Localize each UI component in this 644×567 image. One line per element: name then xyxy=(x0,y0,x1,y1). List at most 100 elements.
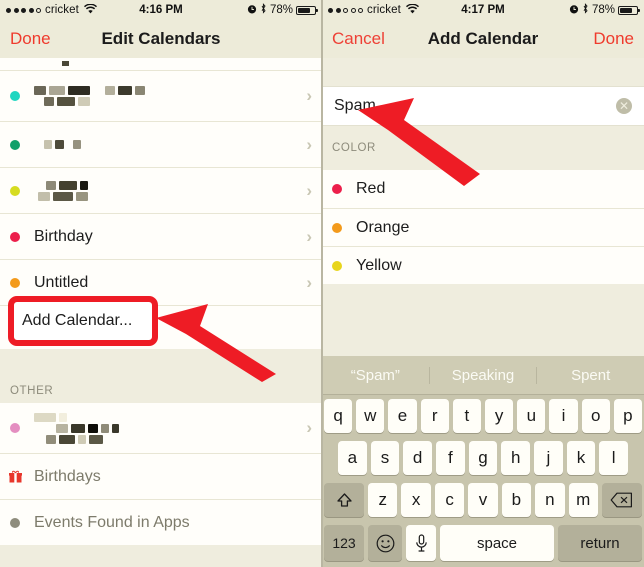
key-l[interactable]: l xyxy=(599,441,629,475)
calendar-color-dot xyxy=(10,517,20,528)
right-phone-screen: cricket 4:17 PM 78% Cancel Add Calendar xyxy=(322,0,644,567)
color-swatch-orange xyxy=(332,222,342,233)
battery-icon xyxy=(296,5,318,15)
chevron-right-icon: › xyxy=(306,180,312,200)
highlight-box-add-calendar: Add Calendar... xyxy=(8,296,158,346)
key-t[interactable]: t xyxy=(452,399,481,433)
alarm-clock-icon xyxy=(247,4,257,17)
table-row[interactable]: Events Found in Apps xyxy=(0,499,322,545)
key-r[interactable]: r xyxy=(420,399,449,433)
key-g[interactable]: g xyxy=(468,441,498,475)
key-w[interactable]: w xyxy=(356,399,385,433)
key-s[interactable]: s xyxy=(370,441,400,475)
suggestion-2[interactable]: Spent xyxy=(536,366,644,384)
list-section-gap xyxy=(0,349,322,369)
calendar-name-label: Birthday xyxy=(34,227,93,245)
key-z[interactable]: z xyxy=(368,483,398,517)
battery-icon xyxy=(618,5,640,15)
suggestion-1[interactable]: Speaking xyxy=(428,366,537,384)
key-d[interactable]: d xyxy=(403,441,432,475)
key-h[interactable]: h xyxy=(501,441,531,475)
table-row[interactable]: › xyxy=(0,167,322,213)
calendar-name-field[interactable]: Spam ✕ xyxy=(322,86,644,126)
table-row[interactable]: › xyxy=(0,121,322,167)
calendar-name-label: Events Found in Apps xyxy=(34,513,190,531)
redacted-calendar-name xyxy=(34,412,300,444)
key-space[interactable]: space xyxy=(440,525,554,561)
chevron-right-icon: › xyxy=(306,226,312,246)
keyboard-row-4: 123 space return xyxy=(322,521,644,567)
clear-circle-icon[interactable]: ✕ xyxy=(616,98,632,114)
key-q[interactable]: q xyxy=(323,399,353,433)
chevron-right-icon: › xyxy=(306,272,312,292)
calendar-name-value[interactable]: Spam xyxy=(334,97,616,115)
keyboard-row-2: a s d f g h j k l xyxy=(322,437,644,479)
table-row[interactable]: Birthday › xyxy=(0,213,322,259)
table-row[interactable]: › xyxy=(0,403,322,453)
key-i[interactable]: i xyxy=(549,399,578,433)
chevron-right-icon: › xyxy=(306,134,312,154)
nav-bar-right: Cancel Add Calendar Done xyxy=(322,20,644,58)
carrier-label: cricket xyxy=(45,4,79,16)
key-u[interactable]: u xyxy=(517,399,546,433)
key-f[interactable]: f xyxy=(436,441,465,475)
calendar-color-dot xyxy=(10,277,20,288)
carrier-label: cricket xyxy=(367,4,401,16)
suggestion-0[interactable]: “Spam” xyxy=(322,367,429,384)
redacted-calendar-name xyxy=(34,180,300,201)
table-row[interactable]: Birthdays xyxy=(0,453,322,499)
redacted-calendar-name xyxy=(34,140,300,149)
key-v[interactable]: v xyxy=(468,483,498,517)
other-section-header: OTHER xyxy=(0,369,322,403)
color-option-row[interactable]: Red xyxy=(322,170,644,208)
color-option-row[interactable]: Orange xyxy=(322,208,644,246)
status-bar-left: cricket 4:16 PM 78% xyxy=(0,0,322,20)
backspace-icon[interactable] xyxy=(601,483,642,517)
key-a[interactable]: a xyxy=(337,441,367,475)
wifi-icon xyxy=(83,3,97,17)
key-x[interactable]: x xyxy=(401,483,431,517)
highlight-box-label: Add Calendar... xyxy=(22,312,133,329)
color-section-header: COLOR xyxy=(322,126,644,170)
key-numbers[interactable]: 123 xyxy=(324,525,364,561)
key-m[interactable]: m xyxy=(568,483,598,517)
keyboard-row-1: q w e r t y u i o p xyxy=(322,395,644,437)
partial-scrolled-row xyxy=(0,58,322,71)
key-j[interactable]: j xyxy=(534,441,563,475)
color-swatch-red xyxy=(332,184,342,194)
status-bar-right: cricket 4:17 PM 78% xyxy=(322,0,644,20)
status-left-group: cricket xyxy=(6,3,97,17)
calendar-color-dot xyxy=(10,185,20,196)
key-k[interactable]: k xyxy=(566,441,596,475)
color-label: Orange xyxy=(356,218,410,236)
key-p[interactable]: p xyxy=(613,399,643,433)
color-option-row[interactable]: Yellow xyxy=(322,246,644,284)
bluetooth-icon xyxy=(260,3,267,17)
calendar-color-dot xyxy=(10,423,20,433)
bluetooth-icon xyxy=(582,3,589,17)
key-return[interactable]: return xyxy=(558,525,642,561)
key-n[interactable]: n xyxy=(535,483,565,517)
gift-icon xyxy=(9,470,22,483)
done-button-left[interactable]: Done xyxy=(10,29,51,49)
key-o[interactable]: o xyxy=(581,399,610,433)
status-right-group: 78% xyxy=(247,3,318,17)
key-c[interactable]: c xyxy=(434,483,465,517)
emoji-smiley-icon[interactable] xyxy=(368,525,402,561)
redacted-calendar-name xyxy=(34,86,300,106)
keyboard-suggestion-bar: “Spam” Speaking Spent xyxy=(322,356,644,395)
calendar-color-dot xyxy=(10,139,20,150)
signal-strength-icon xyxy=(328,7,363,13)
chevron-right-icon: › xyxy=(306,418,312,437)
key-y[interactable]: y xyxy=(485,399,514,433)
color-swatch-yellow xyxy=(332,260,342,271)
table-row[interactable]: › xyxy=(0,71,322,121)
key-b[interactable]: b xyxy=(501,483,532,517)
done-button-right[interactable]: Done xyxy=(593,29,634,49)
battery-percent-label: 78% xyxy=(591,4,615,16)
key-e[interactable]: e xyxy=(388,399,417,433)
microphone-icon[interactable] xyxy=(406,525,436,561)
shift-up-icon[interactable] xyxy=(324,483,365,517)
form-top-gap xyxy=(322,58,644,86)
cancel-button[interactable]: Cancel xyxy=(332,29,385,49)
